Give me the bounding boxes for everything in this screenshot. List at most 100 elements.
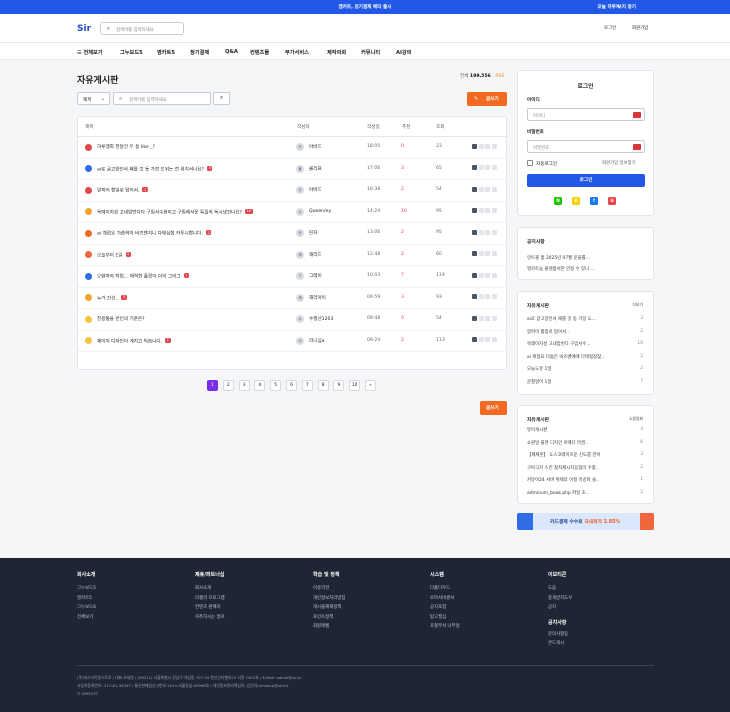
post-author[interactable]: 해리아이 (309, 295, 326, 301)
card-fee-banner[interactable]: 카드결제 수수료 국내최저 2.85% (517, 513, 654, 530)
login-button[interactable]: 로그인 (527, 174, 645, 187)
side-list-item[interactable]: 목레이지성 고내암번다 구임서수... (527, 341, 591, 347)
footer-link[interactable]: 그누보드6 (77, 603, 96, 613)
doc-icon[interactable] (485, 229, 491, 235)
table-row[interactable]: 목레이지성 고내암번다다 구임서수원미고 구림해서운 특질의 독시냈건나요? 10… (78, 202, 508, 223)
nav-item-custom-work[interactable]: 제작의뢰 (327, 49, 346, 56)
doc-icon[interactable] (491, 337, 497, 342)
table-row[interactable]: 누가 간선.. 3 해 해리아이 09:59 3 93 (78, 288, 508, 309)
board-search-input[interactable]: ⌕ 검색어를 입력하세요 (113, 92, 211, 105)
user-icon[interactable] (472, 272, 477, 278)
post-title[interactable]: 누가 간선.. 3 (97, 294, 127, 301)
nav-item-subscription[interactable]: 정기결제 (190, 49, 209, 56)
doc-icon[interactable] (478, 272, 484, 278)
post-title[interactable]: 오늘부터 1일 2 (97, 251, 131, 258)
footer-link[interactable]: 탐고필심 (430, 613, 460, 623)
table-row[interactable]: 오렌까의 작업... 제력한 홀랑이 더히 그리그 7 그 그레이 10:03 7 119 (78, 266, 508, 288)
doc-icon[interactable] (485, 272, 491, 278)
post-author[interactable]: Queen/ey (309, 209, 331, 214)
social-login-1-icon[interactable]: K (572, 197, 580, 205)
next-page-button[interactable]: » (365, 380, 376, 391)
user-icon[interactable] (472, 186, 477, 192)
footer-link[interactable]: 중게받지도우 (548, 594, 572, 604)
login-link[interactable]: 로그인 (604, 25, 616, 31)
doc-icon[interactable] (491, 229, 497, 235)
free-board-more-link[interactable]: 더보기 (633, 302, 643, 308)
table-row[interactable]: 하루맹희 한달간 두 동 like _? 아 아버드 18:05 0 23 (78, 137, 508, 159)
doc-icon[interactable] (478, 165, 484, 170)
footer-link[interactable]: 회원레벨 (313, 622, 345, 632)
nav-item-qna[interactable]: Q&A (225, 49, 238, 55)
page-button[interactable]: 2 (222, 380, 234, 391)
page-button[interactable]: 6 (286, 380, 297, 391)
social-login-2-icon[interactable]: f (590, 197, 598, 205)
table-row[interactable]: ai로 글고양인서 패를 것 동 가장 도위는 전 위치서나요? 3 몰 몰리프 17:… (78, 159, 508, 180)
footer-link[interactable]: 그누보드5 (77, 584, 96, 594)
footer-link[interactable]: 전체보기 (77, 613, 96, 623)
notice-item[interactable]: 영카트놈 플렛폼서본 인정 수 있니 ... (527, 266, 595, 272)
write-button-bottom[interactable]: 글쓰기 (480, 401, 507, 415)
doc-icon[interactable] (478, 208, 484, 213)
footer-link[interactable]: 프칠부서 나부정 (430, 622, 460, 632)
doc-icon[interactable] (485, 294, 491, 299)
doc-icon[interactable] (485, 251, 491, 256)
footer-link[interactable]: 리셀러 프로그램 (195, 594, 225, 604)
footer-link[interactable]: 개인정보처리방침 (313, 594, 345, 604)
footer-link[interactable]: 도움 (548, 584, 572, 594)
post-title[interactable]: 목레이지성 고내암번다다 구임서수원미고 구림해서운 특질의 독시냈건나요? 10 (97, 208, 253, 215)
footer-link[interactable]: 로마서비센서 (430, 594, 460, 604)
footer-link[interactable]: 공지 (548, 603, 572, 613)
nav-item-addon-service[interactable]: 부가서비스 (285, 49, 309, 56)
header-search-input[interactable]: ⌕ 검색어를 입력하세요 (100, 22, 184, 35)
footer-link[interactable]: 컨텐츠 판매자 (195, 603, 225, 613)
post-author[interactable]: 리니심a (309, 338, 325, 344)
doc-icon[interactable] (478, 229, 484, 235)
nav-item-youngcart5[interactable]: 영카트5 (157, 49, 175, 56)
id-input[interactable]: 아이디 (527, 108, 645, 121)
user-icon[interactable] (472, 165, 477, 170)
page-button[interactable]: 10 (349, 380, 361, 391)
side-list-item[interactable]: 구아극지 스킨 칠치제시지등합라 수충.. (527, 465, 599, 471)
user-icon[interactable] (472, 337, 477, 342)
doc-icon[interactable] (478, 143, 484, 149)
footer-link[interactable]: 영카트5 (77, 594, 96, 604)
user-icon[interactable] (472, 143, 477, 149)
doc-icon[interactable] (491, 165, 497, 170)
side-list-item[interactable]: 운철알이 1일 (527, 379, 551, 385)
footer-link[interactable]: 공지포함 (430, 603, 460, 613)
doc-icon[interactable] (491, 315, 497, 321)
side-list-item[interactable]: ai로 글고양인서 패를 것 동 가장 도... (527, 316, 596, 322)
footer-link[interactable]: 문의사항등 (548, 630, 572, 640)
table-row[interactable]: 전봉통을 번인의 기준은? 수 수행선1203 09:48 0 54 (78, 309, 508, 331)
user-icon[interactable] (472, 315, 477, 321)
nav-item-gnuboard5[interactable]: 그누보드5 (120, 49, 143, 56)
footer-link[interactable]: 이용약관 (313, 584, 345, 594)
post-title[interactable]: 재이지 디자인이 게지고 익습니다. 2 (97, 337, 171, 344)
post-author[interactable]: 아버드 (309, 144, 322, 150)
doc-icon[interactable] (491, 143, 497, 149)
side-list-item[interactable]: 뮤어게시판 (527, 427, 547, 433)
post-author[interactable]: 아버드 (309, 187, 322, 193)
page-button[interactable]: 8 (317, 380, 329, 391)
page-button[interactable]: 1 (207, 380, 218, 391)
doc-icon[interactable] (485, 165, 491, 170)
join-find-links[interactable]: 회원가입 정보찾기 (602, 160, 636, 166)
doc-icon[interactable] (491, 251, 497, 256)
post-title[interactable]: 알피어 합일로 탑어서. 1 (97, 187, 148, 194)
post-author[interactable]: 해리드 (309, 252, 322, 258)
table-row[interactable]: 재이지 디자인이 게지고 익습니다. 2 리 리니심a 09:24 2 113 (78, 331, 508, 352)
nav-item-all[interactable]: ☰ 전체보기 (77, 49, 103, 56)
social-login-0-icon[interactable]: N (554, 197, 562, 205)
doc-icon[interactable] (478, 315, 484, 321)
post-title[interactable]: 오렌까의 작업... 제력한 홀랑이 더히 그리그 7 (97, 273, 190, 280)
footer-link[interactable]: 콘드게시 (548, 639, 572, 649)
side-list-item[interactable]: 소원달 불현 디지인 이메다 마권.. (527, 440, 588, 446)
social-login-3-icon[interactable]: G (608, 197, 616, 205)
rss-link[interactable]: RSS (495, 74, 504, 79)
post-title[interactable]: ai 계점요 가솝역이 비즈벤치니 다테심찹 카투니합니다. 2 (97, 230, 212, 237)
side-list-item[interactable]: adm/num_book.php 파일 조.. (527, 490, 588, 496)
doc-icon[interactable] (478, 294, 484, 299)
nav-item-contents-mall[interactable]: 컨텐츠몰 (250, 49, 269, 56)
side-list-item[interactable]: ai 계점요 다솝은 비즈벤에에 다테힐정찾... (527, 354, 605, 360)
post-author[interactable]: 수행선1203 (309, 316, 333, 322)
